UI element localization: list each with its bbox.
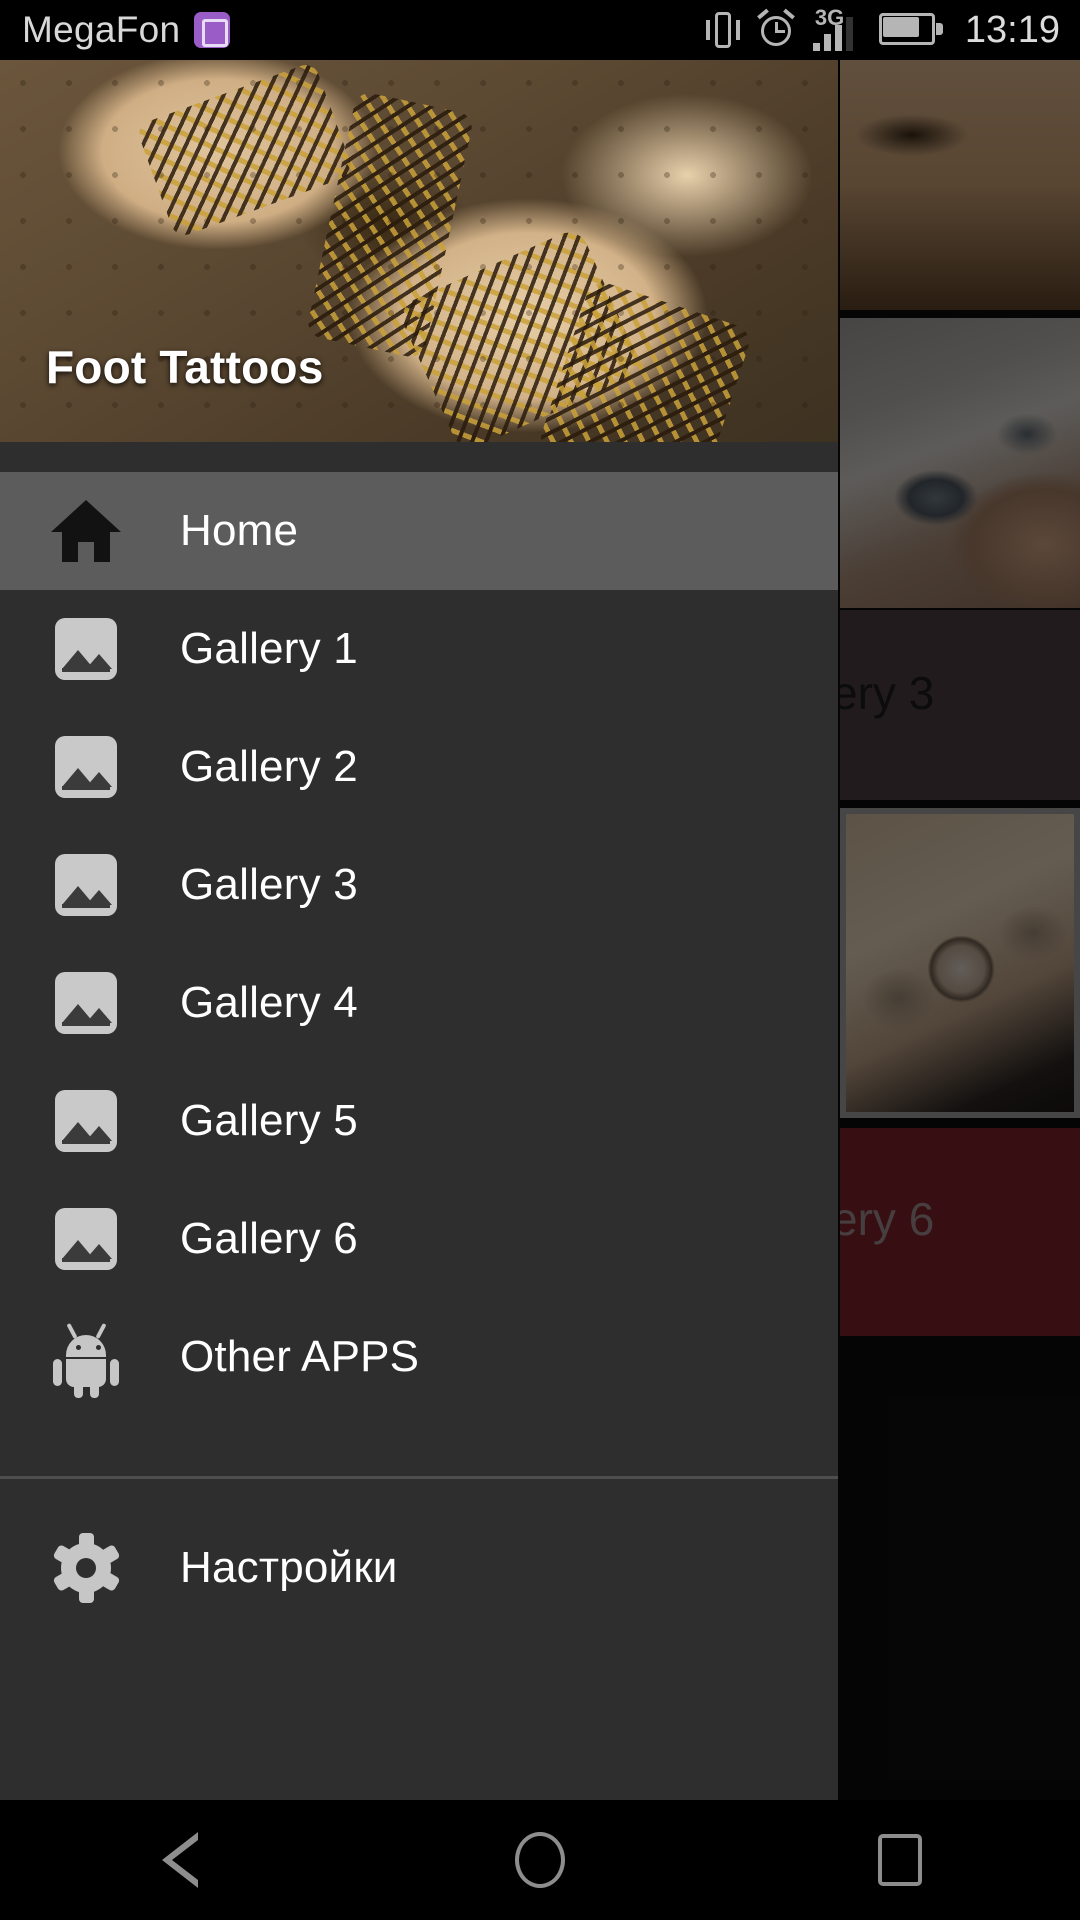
sidebar-item-label: Настройки bbox=[180, 1543, 398, 1592]
image-icon bbox=[38, 618, 134, 680]
sidebar-item-gallery-1[interactable]: Gallery 1 bbox=[0, 590, 838, 708]
android-navigation-bar bbox=[0, 1800, 1080, 1920]
android-icon bbox=[38, 1321, 134, 1398]
navigation-drawer: Foot Tattoos Home Gallery 1 Gallery 2 Ga… bbox=[0, 60, 838, 1850]
carrier-name: MegaFon bbox=[22, 9, 181, 50]
drawer-item-list: Home Gallery 1 Gallery 2 Gallery 3 Galle… bbox=[0, 472, 838, 1627]
clock-label: 13:19 bbox=[964, 8, 1060, 51]
recents-square-icon bbox=[878, 1834, 922, 1886]
back-button[interactable] bbox=[90, 1800, 270, 1920]
home-circle-icon bbox=[515, 1832, 565, 1888]
gear-icon bbox=[38, 1533, 134, 1603]
image-icon bbox=[38, 1090, 134, 1152]
drawer-header-title: Foot Tattoos bbox=[46, 341, 324, 393]
image-icon bbox=[38, 854, 134, 916]
sidebar-item-gallery-5[interactable]: Gallery 5 bbox=[0, 1062, 838, 1180]
signal-icon: 3G bbox=[809, 5, 867, 53]
sidebar-item-gallery-4[interactable]: Gallery 4 bbox=[0, 944, 838, 1062]
status-icons: 3G 13:19 bbox=[703, 5, 1060, 53]
sidebar-item-label: Gallery 6 bbox=[180, 1214, 358, 1263]
sidebar-item-label: Gallery 2 bbox=[180, 742, 358, 791]
sidebar-item-label: Gallery 5 bbox=[180, 1096, 358, 1145]
sidebar-item-gallery-6[interactable]: Gallery 6 bbox=[0, 1180, 838, 1298]
home-icon bbox=[38, 500, 134, 562]
back-triangle-icon bbox=[162, 1832, 198, 1888]
sidebar-item-settings[interactable]: Настройки bbox=[0, 1509, 838, 1627]
sidebar-item-label: Gallery 1 bbox=[180, 624, 358, 673]
vibrate-icon bbox=[703, 8, 743, 52]
sidebar-item-label: Home bbox=[180, 506, 299, 555]
image-icon bbox=[38, 972, 134, 1034]
status-bar: MegaFon 3G 13:19 bbox=[0, 0, 1080, 60]
image-icon bbox=[38, 1208, 134, 1270]
phone-screen: allery 3 allery 6 Foot Tattoos bbox=[0, 0, 1080, 1920]
image-icon bbox=[38, 736, 134, 798]
sim-badge-icon bbox=[194, 12, 231, 48]
battery-icon bbox=[878, 13, 943, 47]
alarm-icon bbox=[755, 8, 797, 52]
recents-button[interactable] bbox=[810, 1800, 990, 1920]
drawer-divider bbox=[0, 1476, 838, 1479]
sidebar-item-label: Other APPS bbox=[180, 1332, 420, 1381]
sidebar-item-home[interactable]: Home bbox=[0, 472, 838, 590]
sidebar-item-other-apps[interactable]: Other APPS bbox=[0, 1298, 838, 1416]
sidebar-item-label: Gallery 3 bbox=[180, 860, 358, 909]
drawer-header: Foot Tattoos bbox=[0, 60, 838, 472]
home-button[interactable] bbox=[450, 1800, 630, 1920]
sidebar-item-label: Gallery 4 bbox=[180, 978, 358, 1027]
sidebar-item-gallery-3[interactable]: Gallery 3 bbox=[0, 826, 838, 944]
sidebar-item-gallery-2[interactable]: Gallery 2 bbox=[0, 708, 838, 826]
